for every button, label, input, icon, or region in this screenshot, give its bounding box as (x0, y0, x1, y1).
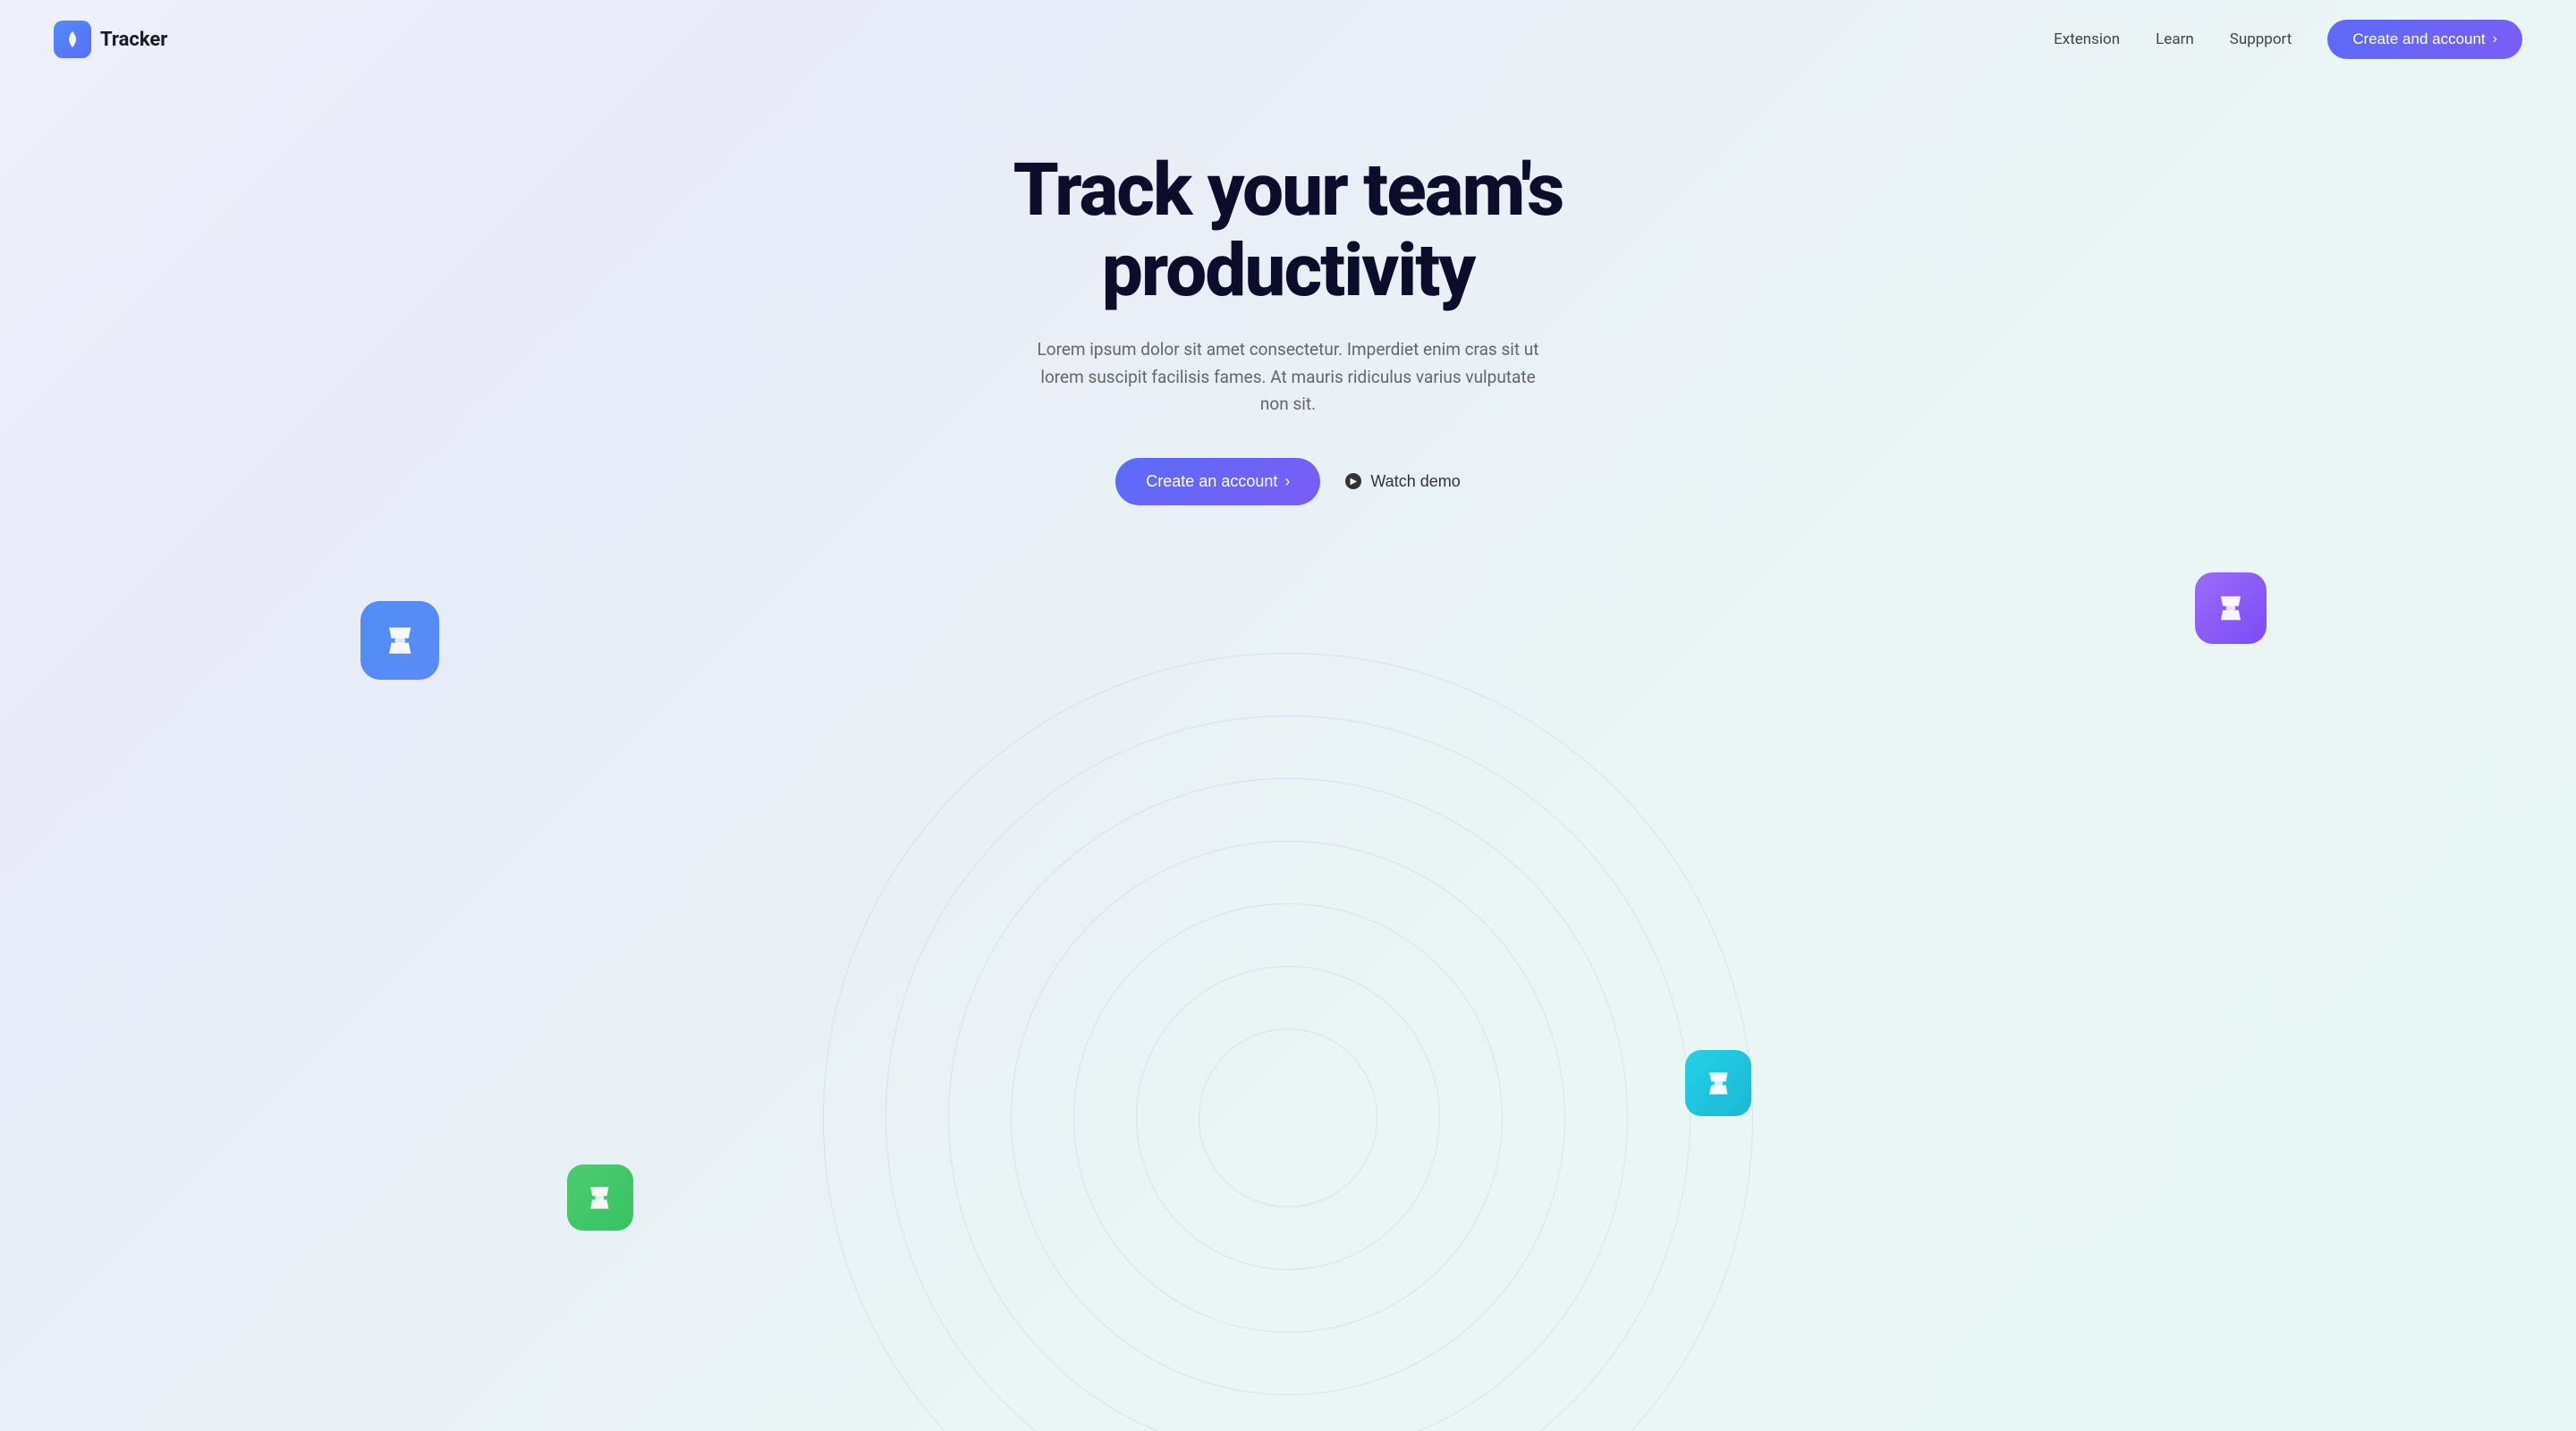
nav-learn[interactable]: Learn (2156, 30, 2194, 48)
ring-3 (1073, 903, 1503, 1333)
hero-title-line1: Track your team's (1013, 148, 1563, 233)
nav-cta-label: Create and account (2352, 30, 2485, 48)
nav-links: Extension Learn Suppport Create and acco… (2054, 20, 2522, 59)
float-icon-green-bottom-left (567, 1164, 633, 1231)
hero-title-line2: productivity (1102, 228, 1475, 314)
float-icon-cyan-bottom-right (1685, 1050, 1751, 1116)
nav-cta-button[interactable]: Create and account › (2327, 20, 2522, 59)
hero-cta-button[interactable]: Create an account › (1115, 458, 1320, 505)
ring-2 (1136, 966, 1440, 1270)
page-wrapper: Tracker Extension Learn Suppport Create … (0, 0, 2576, 1431)
hero-buttons: Create an account › ▶ Watch demo (1115, 458, 1460, 505)
nav-extension[interactable]: Extension (2054, 30, 2120, 48)
ring-7 (823, 653, 1753, 1431)
ring-5 (948, 778, 1628, 1431)
nav-cta-arrow: › (2493, 31, 2497, 47)
navbar: Tracker Extension Learn Suppport Create … (0, 0, 2576, 79)
ring-6 (886, 716, 1690, 1431)
hero-cta-label: Create an account (1146, 472, 1277, 491)
watch-demo-button[interactable]: ▶ Watch demo (1345, 472, 1460, 491)
logo-area[interactable]: Tracker (54, 21, 167, 58)
rings-decoration (796, 626, 1780, 1431)
float-icon-blue-left (360, 601, 439, 680)
play-symbol: ▶ (1351, 477, 1358, 487)
play-icon: ▶ (1345, 473, 1361, 489)
watch-demo-label: Watch demo (1370, 472, 1460, 491)
hero-title: Track your team's productivity (1013, 150, 1563, 311)
brand-name: Tracker (100, 29, 167, 51)
logo-icon (54, 21, 91, 58)
float-icon-purple-right (2195, 572, 2267, 644)
hero-cta-arrow: › (1284, 472, 1290, 491)
hero-section: Track your team's productivity Lorem ips… (0, 79, 2576, 505)
ring-1 (1199, 1029, 1377, 1207)
nav-support[interactable]: Suppport (2230, 30, 2292, 48)
hero-subtitle: Lorem ipsum dolor sit amet consectetur. … (1029, 336, 1547, 418)
ring-4 (1011, 841, 1565, 1395)
